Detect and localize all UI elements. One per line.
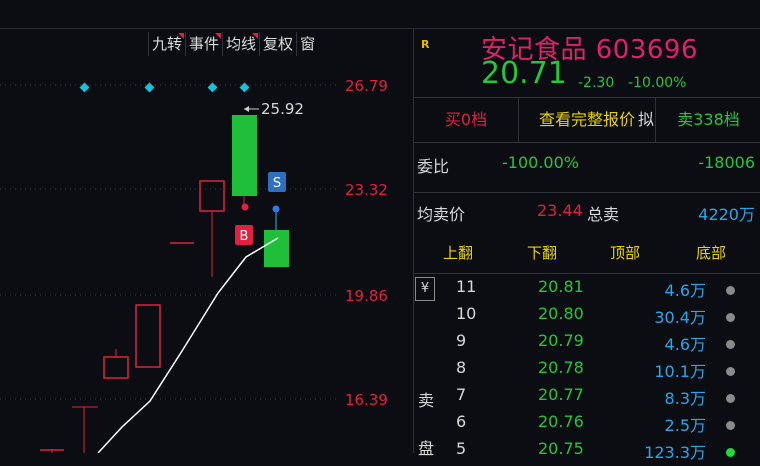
kline-svg: 26.79 23.32 19.86 16.39 25.92 S B xyxy=(0,77,388,454)
event-diamond-marker[interactable] xyxy=(239,82,250,93)
tool-ma[interactable]: 均线 xyxy=(222,32,259,56)
total-sell-value: 4220万 xyxy=(698,205,755,224)
avg-sell-value: 23.44 xyxy=(537,201,583,220)
moving-average-line xyxy=(97,237,279,454)
tool-label: 复权 xyxy=(263,35,294,53)
divider xyxy=(414,192,760,193)
trade-dot-red xyxy=(241,203,249,211)
stock-price: 20.71 xyxy=(481,56,567,91)
order-price: 20.76 xyxy=(538,412,584,431)
candle-up[interactable] xyxy=(199,180,225,212)
order-book: 11 20.81 4.6万 10 20.80 30.4万 9 20.79 4.6万 8 20.78 1… xyxy=(414,273,760,462)
tab-bottom[interactable]: 底部 xyxy=(696,242,726,263)
tool-events[interactable]: 事件 xyxy=(185,32,222,56)
candle-down[interactable] xyxy=(232,115,257,196)
chart-toolbar: 九转 事件 均线 复权 窗 xyxy=(148,32,318,56)
trade-dot-blue xyxy=(272,205,280,213)
order-volume: 123.3万 xyxy=(644,443,706,462)
avg-sell-label: 均卖价 xyxy=(417,205,466,224)
order-level: 10 xyxy=(456,304,477,323)
price-level-label: 26.79 xyxy=(345,77,388,95)
event-diamond-marker[interactable] xyxy=(144,82,155,93)
order-book-row[interactable]: 10 20.80 30.4万 xyxy=(414,304,760,331)
order-book-row[interactable]: 11 20.81 4.6万 xyxy=(414,277,760,304)
tool-label: 窗 xyxy=(300,35,316,53)
orderbook-mode-row: 买0档 查看完整报价 拟 卖338档 xyxy=(414,97,760,143)
order-level: 5 xyxy=(456,439,467,458)
order-volume: 10.1万 xyxy=(654,362,706,381)
buy-signal-label: B xyxy=(240,229,249,244)
candle-down[interactable] xyxy=(264,230,289,267)
order-book-row[interactable]: 9 20.79 4.6万 xyxy=(414,331,760,358)
order-book-row[interactable]: 7 20.77 8.3万 xyxy=(414,385,760,412)
quote-panel: R 安记食品 603696 20.71 -2.30 -10.00% 买0档 查看… xyxy=(413,29,760,462)
price-level-label: 23.32 xyxy=(345,181,388,199)
price-change-pct: -10.00% xyxy=(628,75,687,91)
status-dot-icon xyxy=(726,421,735,430)
orderbook-tabs: 上翻 下翻 顶部 底部 xyxy=(414,242,760,272)
order-volume: 4.6万 xyxy=(664,335,706,354)
mini-label: 拟 xyxy=(637,110,654,129)
r-tag: R xyxy=(421,38,430,51)
tab-page-down[interactable]: 下翻 xyxy=(527,242,557,263)
order-level: 9 xyxy=(456,331,467,350)
buy-levels-button[interactable]: 买0档 xyxy=(414,98,518,142)
order-volume: 8.3万 xyxy=(664,389,706,408)
order-volume: 2.5万 xyxy=(664,416,706,435)
status-dot-icon xyxy=(726,340,735,349)
sell-levels-button[interactable]: 卖338档 xyxy=(656,98,760,142)
tool-adjust[interactable]: 复权 xyxy=(259,32,296,56)
order-volume: 4.6万 xyxy=(664,281,706,300)
order-price: 20.80 xyxy=(538,304,584,323)
status-dot-icon xyxy=(726,367,735,376)
order-level: 8 xyxy=(456,358,467,377)
order-level: 11 xyxy=(456,277,477,296)
order-volume: 30.4万 xyxy=(654,308,706,327)
wei-bi-value: -100.00% xyxy=(502,153,579,172)
order-price: 20.81 xyxy=(538,277,584,296)
tool-window[interactable]: 窗 xyxy=(296,32,318,56)
flag-icon xyxy=(178,33,185,39)
order-level: 7 xyxy=(456,385,467,404)
high-annotation-label: 25.92 xyxy=(261,100,304,118)
total-sell-label: 总卖 xyxy=(587,205,620,224)
order-price: 20.78 xyxy=(538,358,584,377)
status-dot-icon xyxy=(726,313,735,322)
candle-up[interactable] xyxy=(103,356,129,379)
sell-signal-label: S xyxy=(273,176,281,191)
arrow-left-icon xyxy=(244,106,249,112)
status-dot-icon xyxy=(726,394,735,403)
flag-icon xyxy=(252,33,259,39)
status-dot-icon xyxy=(726,286,735,295)
price-change: -2.30 xyxy=(578,75,615,91)
order-level: 6 xyxy=(456,412,467,431)
wei-cha-value: -18006 xyxy=(698,153,755,172)
flag-icon xyxy=(215,33,222,39)
kline-chart[interactable]: 26.79 23.32 19.86 16.39 25.92 S B xyxy=(0,29,412,454)
tool-jiuzhuan[interactable]: 九转 xyxy=(148,32,185,56)
tab-top[interactable]: 顶部 xyxy=(610,242,640,263)
price-level-label: 19.86 xyxy=(345,287,388,305)
order-price: 20.79 xyxy=(538,331,584,350)
order-price: 20.75 xyxy=(538,439,584,458)
top-bar xyxy=(0,0,760,29)
wei-bi-label: 委比 xyxy=(417,157,450,176)
tab-page-up[interactable]: 上翻 xyxy=(443,242,473,263)
order-price: 20.77 xyxy=(538,385,584,404)
event-diamond-marker[interactable] xyxy=(207,82,218,93)
candle-up[interactable] xyxy=(135,304,161,368)
event-diamond-marker[interactable] xyxy=(79,82,90,93)
order-book-row[interactable]: 8 20.78 10.1万 xyxy=(414,358,760,385)
order-book-row[interactable]: 6 20.76 2.5万 xyxy=(414,412,760,439)
price-level-label: 16.39 xyxy=(345,391,388,409)
